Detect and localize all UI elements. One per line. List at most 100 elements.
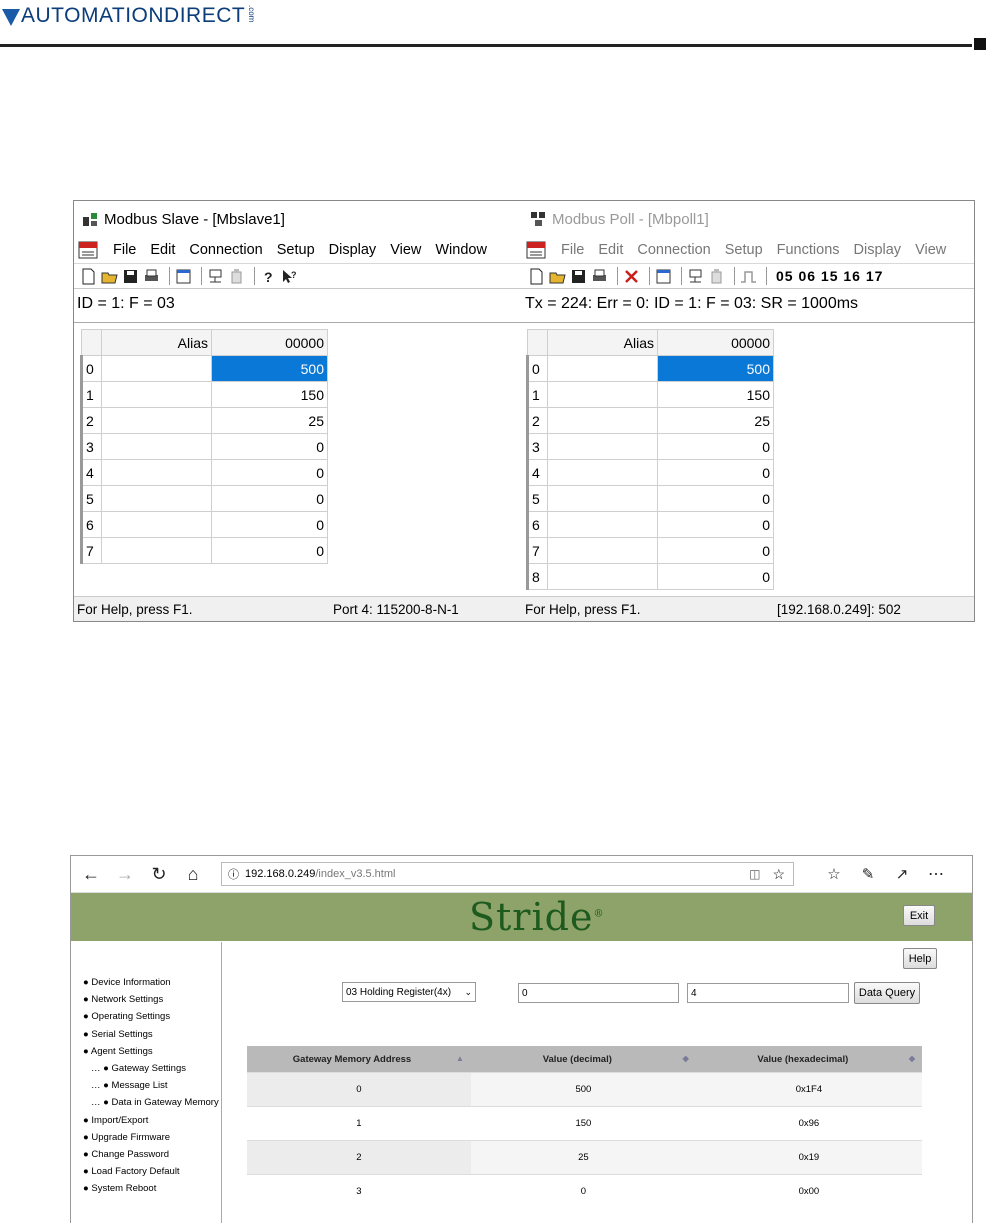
pen-notes-icon[interactable]: ✎ xyxy=(854,860,882,888)
register-value-cell[interactable]: 500 xyxy=(657,355,774,382)
window-icon[interactable] xyxy=(175,268,192,285)
reading-view-icon[interactable]: ◫ xyxy=(749,867,760,881)
document-icon[interactable] xyxy=(526,241,546,259)
sidebar-item[interactable]: ● Device Information xyxy=(83,977,171,988)
address-bar[interactable]: ⓘ 192.168.0.249/index_v3.5.html ◫ ☆ xyxy=(221,862,794,886)
forward-arrow-icon[interactable]: → xyxy=(111,860,139,888)
menu-connection[interactable]: Connection xyxy=(182,242,269,258)
alias-cell[interactable] xyxy=(101,537,212,564)
menu-file[interactable]: File xyxy=(106,242,143,258)
connect-icon[interactable] xyxy=(207,268,224,285)
menu-file[interactable]: File xyxy=(554,242,591,258)
alias-cell[interactable] xyxy=(547,563,658,590)
table-row[interactable]: 1 150 0x96 xyxy=(247,1106,922,1141)
col-header-address[interactable]: Gateway Memory Address ▲ xyxy=(247,1046,471,1073)
menu-display[interactable]: Display xyxy=(322,242,384,258)
alias-cell[interactable] xyxy=(101,355,212,382)
sidebar-item[interactable]: ● Load Factory Default xyxy=(83,1166,180,1177)
alias-cell[interactable] xyxy=(547,511,658,538)
row-index[interactable]: 2 xyxy=(526,407,548,434)
document-icon[interactable] xyxy=(78,241,98,259)
register-value-cell[interactable]: 0 xyxy=(211,537,328,564)
context-help-icon[interactable]: ? xyxy=(281,268,298,285)
col-header-decimal[interactable]: Value (decimal) ◆ xyxy=(470,1046,696,1073)
row-index[interactable]: 5 xyxy=(80,485,102,512)
title-bar[interactable]: Modbus Slave - [Mbslave1] xyxy=(74,201,522,237)
register-type-select[interactable]: 03 Holding Register(4x) ⌄ xyxy=(342,982,476,1002)
register-value-cell[interactable]: 150 xyxy=(657,381,774,408)
start-address-input[interactable]: 0 xyxy=(518,983,679,1003)
back-arrow-icon[interactable]: ← xyxy=(77,860,105,888)
sidebar-item[interactable]: ● Import/Export xyxy=(83,1115,148,1126)
row-index[interactable]: 0 xyxy=(526,355,548,382)
address-column-header[interactable]: 00000 xyxy=(211,329,328,356)
row-index[interactable]: 1 xyxy=(80,381,102,408)
sidebar-item[interactable]: ● Serial Settings xyxy=(83,1029,153,1040)
row-index[interactable]: 5 xyxy=(526,485,548,512)
alias-cell[interactable] xyxy=(547,459,658,486)
print-icon[interactable] xyxy=(143,268,160,285)
sidebar-item[interactable]: ● Change Password xyxy=(83,1149,169,1160)
register-value-cell[interactable]: 0 xyxy=(211,459,328,486)
register-value-cell[interactable]: 500 xyxy=(211,355,328,382)
alias-cell[interactable] xyxy=(547,433,658,460)
row-index[interactable]: 4 xyxy=(80,459,102,486)
menu-setup[interactable]: Setup xyxy=(270,242,322,258)
open-folder-icon[interactable] xyxy=(549,268,566,285)
refresh-icon[interactable]: ↻ xyxy=(145,860,173,888)
register-value-cell[interactable]: 0 xyxy=(657,459,774,486)
sidebar-item[interactable]: ● Network Settings xyxy=(83,994,163,1005)
more-icon[interactable]: ⋯ xyxy=(922,860,950,888)
table-row[interactable]: 3 0 0x00 xyxy=(247,1174,922,1208)
alias-cell[interactable] xyxy=(101,433,212,460)
menu-setup[interactable]: Setup xyxy=(718,242,770,258)
data-query-button[interactable]: Data Query xyxy=(854,982,920,1004)
row-index[interactable]: 6 xyxy=(526,511,548,538)
row-index[interactable]: 7 xyxy=(526,537,548,564)
sidebar-item[interactable]: … ● Gateway Settings xyxy=(91,1063,186,1074)
menu-edit[interactable]: Edit xyxy=(591,242,630,258)
disconnect-icon[interactable] xyxy=(708,268,725,285)
open-folder-icon[interactable] xyxy=(101,268,118,285)
window-icon[interactable] xyxy=(655,268,672,285)
sidebar-item[interactable]: ● Upgrade Firmware xyxy=(83,1132,170,1143)
address-column-header[interactable]: 00000 xyxy=(657,329,774,356)
register-value-cell[interactable]: 0 xyxy=(211,433,328,460)
row-index[interactable]: 3 xyxy=(526,433,548,460)
sidebar-item[interactable]: ● System Reboot xyxy=(83,1183,156,1194)
function-code-buttons[interactable]: 05 06 15 16 17 xyxy=(776,268,883,284)
info-icon[interactable]: ⓘ xyxy=(228,866,239,882)
home-icon[interactable]: ⌂ xyxy=(179,860,207,888)
help-question-icon[interactable]: ? xyxy=(260,268,277,285)
register-value-cell[interactable]: 0 xyxy=(211,485,328,512)
alias-cell[interactable] xyxy=(547,407,658,434)
menu-view[interactable]: View xyxy=(908,242,953,258)
menu-view[interactable]: View xyxy=(383,242,428,258)
share-icon[interactable]: ↗ xyxy=(888,860,916,888)
alias-cell[interactable] xyxy=(101,511,212,538)
menu-display[interactable]: Display xyxy=(847,242,909,258)
register-value-cell[interactable]: 25 xyxy=(657,407,774,434)
alias-cell[interactable] xyxy=(101,459,212,486)
register-value-cell[interactable]: 0 xyxy=(657,511,774,538)
alias-column-header[interactable]: Alias xyxy=(547,329,658,356)
title-bar[interactable]: Modbus Poll - [Mbpoll1] xyxy=(522,201,974,237)
table-row[interactable]: 0 500 0x1F4 xyxy=(247,1072,922,1107)
alias-cell[interactable] xyxy=(547,485,658,512)
register-value-cell[interactable]: 0 xyxy=(657,485,774,512)
row-index[interactable]: 1 xyxy=(526,381,548,408)
menu-edit[interactable]: Edit xyxy=(143,242,182,258)
save-icon[interactable] xyxy=(570,268,587,285)
register-value-cell[interactable]: 0 xyxy=(211,511,328,538)
register-value-cell[interactable]: 0 xyxy=(657,433,774,460)
delete-x-icon[interactable] xyxy=(623,268,640,285)
help-button[interactable]: Help xyxy=(903,948,937,969)
row-index[interactable]: 3 xyxy=(80,433,102,460)
new-file-icon[interactable] xyxy=(80,268,97,285)
row-index[interactable]: 0 xyxy=(80,355,102,382)
favorites-list-icon[interactable]: ☆ xyxy=(820,860,848,888)
row-index[interactable]: 8 xyxy=(526,563,548,590)
disconnect-icon[interactable] xyxy=(228,268,245,285)
new-file-icon[interactable] xyxy=(528,268,545,285)
sidebar-item[interactable]: … ● Message List xyxy=(91,1080,168,1091)
